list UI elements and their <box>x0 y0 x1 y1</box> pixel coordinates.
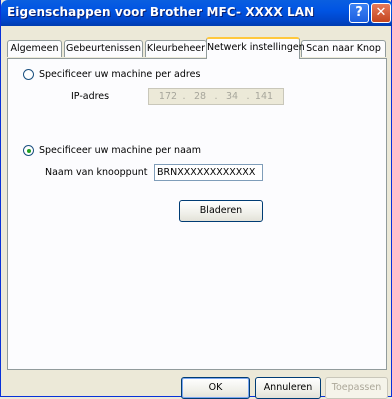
address-mode-label: Specificeer uw machine per adres <box>39 69 201 80</box>
properties-dialog: Eigenschappen voor Brother MFC- XXXX LAN… <box>0 0 392 399</box>
name-mode-label: Specificeer uw machine per naam <box>39 145 201 156</box>
node-name-label: Naam van knooppunt <box>45 167 148 178</box>
ip-address-field[interactable]: 172 . 28 . 34 . 141 <box>148 88 284 105</box>
address-mode-radio[interactable] <box>23 69 34 80</box>
apply-button[interactable]: Toepassen <box>325 377 388 399</box>
cancel-button[interactable]: Annuleren <box>255 377 321 399</box>
help-button[interactable]: ? <box>349 3 369 23</box>
name-mode-option[interactable]: Specificeer uw machine per naam <box>23 144 223 158</box>
tab-algemeen[interactable]: Algemeen <box>7 40 62 57</box>
tab-scan-naar-knop[interactable]: Scan naar Knop <box>301 40 386 57</box>
ip-octet-1: 172 <box>158 91 178 102</box>
tab-gebeurtenissen[interactable]: Gebeurtenissen <box>64 40 143 57</box>
window-title: Eigenschappen voor Brother MFC- XXXX LAN <box>7 5 315 19</box>
ip-octet-4: 141 <box>254 91 274 102</box>
tab-strip: Algemeen Gebeurtenissen Kleurbeheer Netw… <box>7 37 387 59</box>
tab-kleurbeheer[interactable]: Kleurbeheer <box>145 40 207 57</box>
ok-button[interactable]: OK <box>181 377 250 399</box>
address-mode-option[interactable]: Specificeer uw machine per adres <box>23 68 223 82</box>
ip-octet-3: 34 <box>225 91 239 102</box>
name-mode-radio[interactable] <box>23 145 34 156</box>
ip-address-label: IP-adres <box>71 91 110 102</box>
ip-octet-2: 28 <box>193 91 207 102</box>
node-name-input[interactable] <box>154 164 263 181</box>
close-button[interactable]: ✕ <box>371 3 391 23</box>
title-bar[interactable]: Eigenschappen voor Brother MFC- XXXX LAN… <box>1 0 392 26</box>
browse-button[interactable]: Bladeren <box>179 200 263 222</box>
tab-netwerk-instellingen[interactable]: Netwerk instellingen <box>206 37 305 59</box>
